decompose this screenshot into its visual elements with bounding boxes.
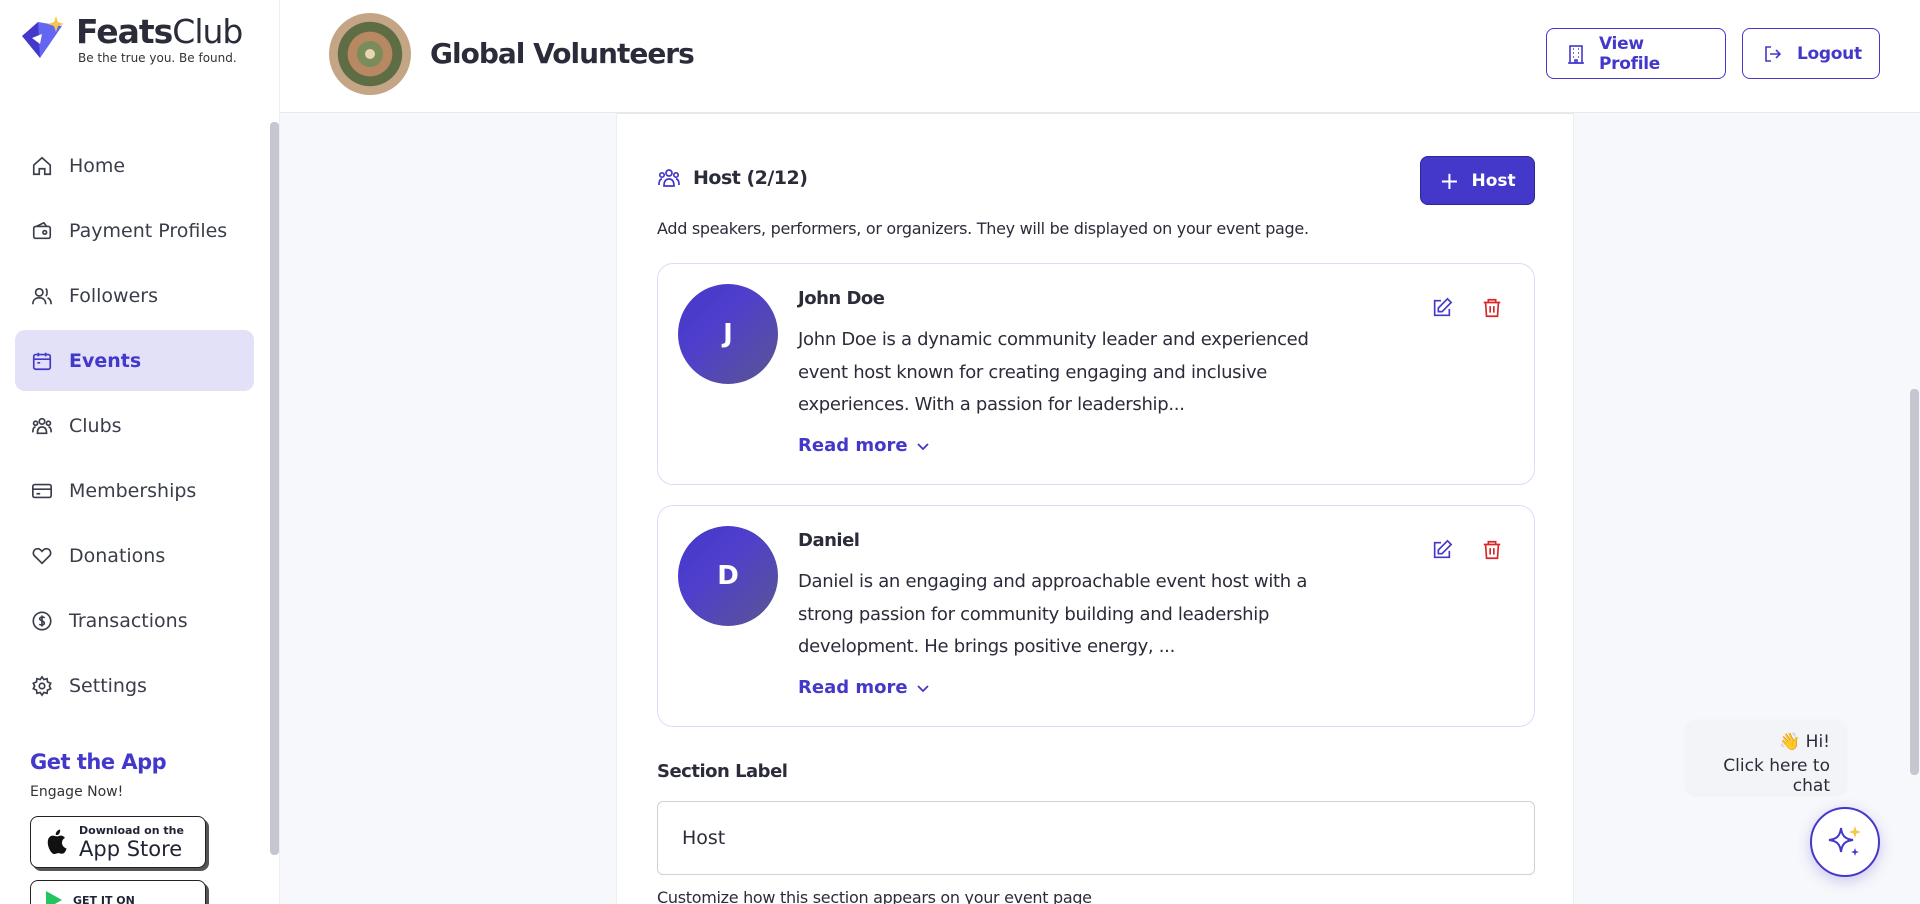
host-avatar: D (678, 526, 778, 626)
gear-icon (30, 674, 54, 698)
read-more-label: Read more (798, 677, 908, 698)
group-icon (30, 414, 54, 438)
sidebar-item-settings[interactable]: Settings (15, 655, 254, 716)
host-card: J John Doe John Doe is a dynamic communi… (657, 263, 1535, 485)
trash-icon[interactable] (1478, 294, 1506, 322)
brand-tagline: Be the true you. Be found. (78, 51, 237, 65)
section-label-title: Section Label (657, 761, 788, 782)
sidebar-item-events[interactable]: Events (15, 330, 254, 391)
sparkle-icon (1825, 822, 1865, 862)
heart-icon (30, 544, 54, 568)
host-avatar: J (678, 284, 778, 384)
chevron-down-icon (916, 683, 930, 693)
sidebar-item-followers[interactable]: Followers (15, 265, 254, 326)
host-card: D Daniel Daniel is an engaging and appro… (657, 505, 1535, 727)
section-label-help: Customize how this section appears on yo… (657, 888, 1092, 904)
host-section-header: Host (2/12) (657, 167, 808, 189)
sidebar-item-label: Home (69, 154, 126, 177)
event-editor-panel: Host (2/12) + Host Add speakers, perform… (616, 113, 1574, 904)
page-title: Global Volunteers (430, 37, 695, 70)
divider (617, 113, 1573, 114)
calendar-icon (30, 349, 54, 373)
google-play-button[interactable]: GET IT ON (30, 880, 206, 904)
host-card-actions (1428, 294, 1528, 322)
chat-cta: Click here to chat (1723, 756, 1830, 796)
club-avatar (329, 13, 411, 95)
users-icon (30, 284, 54, 308)
users-group-icon (657, 167, 681, 189)
dollar-circle-icon (30, 609, 54, 633)
app-store-button[interactable]: Download on the App Store (30, 816, 206, 868)
sidebar-item-label: Followers (69, 284, 158, 307)
read-more-link[interactable]: Read more (798, 677, 930, 698)
host-card-actions (1428, 536, 1528, 564)
wallet-icon (30, 219, 54, 243)
logout-icon (1763, 44, 1783, 64)
google-play-small-text: GET IT ON (73, 893, 135, 904)
chat-greeting: 👋 Hi! (1779, 732, 1830, 752)
host-name: Daniel (798, 530, 860, 551)
host-bio: John Doe is a dynamic community leader a… (798, 329, 1309, 415)
host-section-title: Host (2/12) (693, 167, 808, 189)
view-profile-button[interactable]: View Profile (1546, 28, 1726, 79)
card-icon (30, 479, 54, 503)
read-more-link[interactable]: Read more (798, 435, 930, 456)
trash-icon[interactable] (1478, 536, 1506, 564)
chat-prompt[interactable]: 👋 Hi! Click here to chat (1686, 720, 1846, 796)
add-host-label: Host (1471, 170, 1516, 191)
sidebar: FeatsClub Be the true you. Be found. Hom… (0, 0, 280, 904)
section-label-input[interactable] (657, 801, 1535, 875)
get-app-section: Get the App Engage Now! Download on the … (30, 750, 206, 904)
edit-icon[interactable] (1428, 294, 1456, 322)
apple-icon (45, 828, 69, 856)
edit-icon[interactable] (1428, 536, 1456, 564)
host-section-description: Add speakers, performers, or organizers.… (657, 219, 1309, 238)
host-bio: Daniel is an engaging and approachable e… (798, 571, 1308, 657)
get-app-title: Get the App (30, 750, 167, 774)
page-scrollbar[interactable] (1910, 389, 1919, 775)
brand-name: FeatsClub (76, 12, 243, 51)
logo-icon (18, 14, 74, 66)
app-store-small-text: Download on the (79, 823, 184, 837)
logout-label: Logout (1797, 43, 1862, 64)
play-icon (45, 890, 63, 904)
sidebar-item-label: Memberships (69, 479, 197, 502)
sidebar-item-clubs[interactable]: Clubs (15, 395, 254, 456)
page-header: Global Volunteers View Profile Logout (280, 0, 1920, 113)
sidebar-item-payment-profiles[interactable]: Payment Profiles (15, 200, 254, 261)
home-icon (30, 154, 54, 178)
read-more-label: Read more (798, 435, 908, 456)
sidebar-nav: Home Payment Profiles Followers Events C… (15, 135, 254, 720)
building-icon (1567, 44, 1585, 64)
sidebar-item-donations[interactable]: Donations (15, 525, 254, 586)
chevron-down-icon (916, 441, 930, 451)
sidebar-item-label: Transactions (69, 609, 188, 632)
sidebar-item-label: Donations (69, 544, 166, 567)
logout-button[interactable]: Logout (1742, 28, 1880, 79)
app-store-big-text: App Store (79, 836, 183, 861)
sidebar-item-label: Settings (69, 674, 147, 697)
get-app-subtitle: Engage Now! (30, 784, 124, 800)
sidebar-item-label: Payment Profiles (69, 219, 228, 242)
add-host-button[interactable]: + Host (1420, 156, 1535, 205)
plus-icon: + (1439, 166, 1460, 195)
sidebar-scrollbar[interactable] (270, 122, 279, 855)
brand-logo[interactable]: FeatsClub Be the true you. Be found. (18, 12, 243, 66)
sidebar-item-label: Events (69, 349, 142, 372)
host-name: John Doe (798, 288, 885, 309)
sidebar-item-transactions[interactable]: Transactions (15, 590, 254, 651)
chat-launcher-button[interactable] (1810, 807, 1880, 877)
view-profile-label: View Profile (1599, 33, 1661, 74)
sidebar-item-home[interactable]: Home (15, 135, 254, 196)
sidebar-item-memberships[interactable]: Memberships (15, 460, 254, 521)
sidebar-item-label: Clubs (69, 414, 122, 437)
